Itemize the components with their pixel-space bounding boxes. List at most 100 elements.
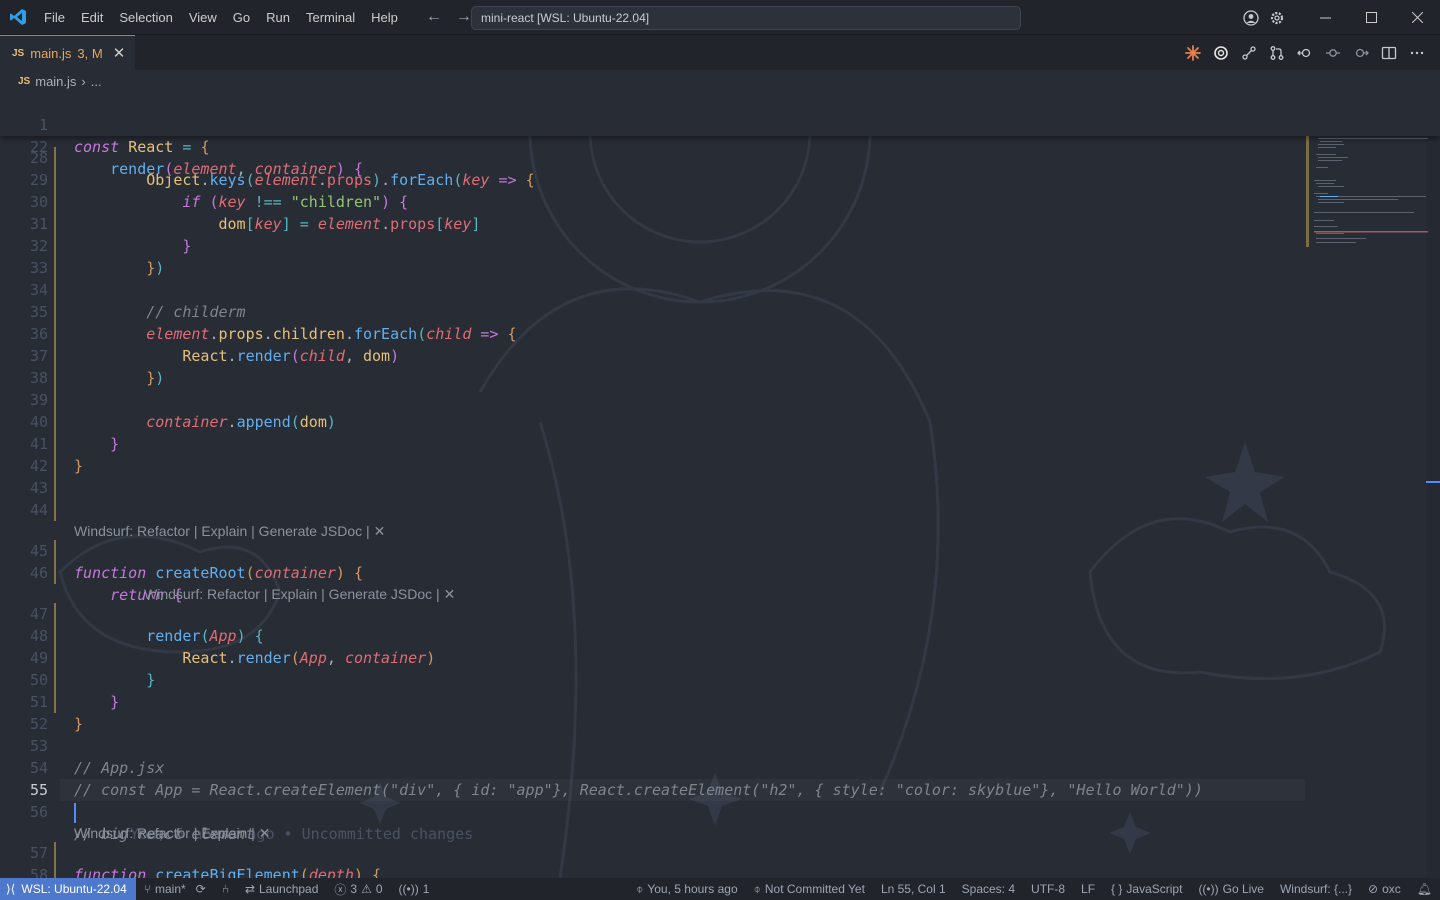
commit-indicator[interactable]: ⌽ Not Committed Yet: [746, 878, 873, 900]
menu-edit[interactable]: Edit: [73, 0, 111, 35]
minimize-icon[interactable]: [1302, 0, 1348, 35]
git-graph[interactable]: ⑃: [214, 878, 237, 900]
line-number: 57: [29, 844, 48, 862]
line-number: 48: [29, 627, 48, 645]
tab-label: main.js: [30, 45, 72, 61]
end-of-line[interactable]: LF: [1073, 878, 1103, 900]
line-number: 22: [29, 138, 48, 156]
breadcrumb: JS main.js › ...: [0, 70, 1440, 92]
close-window-icon[interactable]: [1394, 0, 1440, 35]
oxc-status[interactable]: ⊘ oxc: [1360, 878, 1409, 900]
problems-indicator[interactable]: ⓧ 3 ⚠ 0: [326, 878, 390, 900]
settings-gear-icon[interactable]: [1264, 0, 1290, 35]
maximize-icon[interactable]: [1348, 0, 1394, 35]
windsurf-status[interactable]: Windsurf: {...}: [1272, 878, 1360, 900]
line-number: 38: [29, 369, 48, 387]
bell-icon: 🔔︎: [1416, 882, 1432, 896]
line-number: 49: [29, 649, 48, 667]
line-number: 52: [29, 715, 48, 733]
encoding[interactable]: UTF-8: [1023, 878, 1073, 900]
menu-terminal[interactable]: Terminal: [298, 0, 363, 35]
code-line: const React = {: [74, 138, 210, 156]
forward-arrow-icon[interactable]: →: [456, 8, 472, 26]
line-number: 41: [29, 435, 48, 453]
line-number: 39: [29, 391, 48, 409]
git-commit-icon[interactable]: [1320, 35, 1346, 70]
windsurf-codelens[interactable]: Windsurf: Refactor | Explain | Generate …: [74, 521, 385, 541]
code-line: render(element, container) {: [110, 160, 363, 178]
codelens-close-icon[interactable]: ✕: [259, 825, 271, 841]
claude-spark-icon[interactable]: [1180, 35, 1206, 70]
error-icon: ⓧ: [334, 882, 347, 897]
language-label: JavaScript: [1126, 882, 1183, 896]
command-center-search[interactable]: mini-react [WSL: Ubuntu-22.04]: [471, 6, 1021, 30]
git-branch[interactable]: ⑂ main* ⟳: [136, 878, 214, 900]
javascript-file-icon: JS: [18, 75, 31, 87]
menu-selection[interactable]: Selection: [111, 0, 180, 35]
git-pull-request-icon[interactable]: [1264, 35, 1290, 70]
blame-label: You, 5 hours ago: [647, 882, 738, 896]
codelens-text[interactable]: Windsurf: Refactor | Explain | Generate …: [74, 523, 370, 539]
oxc-label: oxc: [1382, 882, 1401, 896]
launchpad-icon: ⇄: [244, 882, 255, 896]
code-editor[interactable]: 1 const React = { 22 render(element, con…: [0, 92, 1440, 878]
more-actions-icon[interactable]: [1404, 35, 1430, 70]
line-number: 58: [29, 866, 48, 878]
back-arrow-icon[interactable]: ←: [426, 8, 442, 26]
launchpad[interactable]: ⇄ Launchpad: [237, 878, 326, 900]
codelens-text[interactable]: Windsurf: Refactor | Explain | Generate …: [144, 586, 440, 602]
notifications[interactable]: 🔔︎: [1409, 878, 1440, 900]
menu-view[interactable]: View: [181, 0, 225, 35]
breadcrumb-separator: ›: [81, 73, 86, 89]
windsurf-codelens[interactable]: Windsurf: Refactor | Explain | ✕: [74, 823, 270, 843]
line-number: 45: [29, 542, 48, 560]
menu-run[interactable]: Run: [258, 0, 298, 35]
split-editor-icon[interactable]: [1376, 35, 1402, 70]
git-compare-icon[interactable]: [1236, 35, 1262, 70]
line-number: 47: [29, 605, 48, 623]
tab-main-js[interactable]: JS main.js 3, M ✕: [0, 35, 136, 70]
menu-file[interactable]: File: [36, 0, 73, 35]
language-mode[interactable]: { } JavaScript: [1103, 878, 1190, 900]
line-number: 50: [29, 671, 48, 689]
git-commit-icon: ⌽: [636, 881, 644, 896]
blame-indicator[interactable]: ⌽ You, 5 hours ago: [628, 878, 746, 900]
javascript-file-icon: JS: [12, 47, 25, 59]
close-tab-icon[interactable]: ✕: [113, 44, 126, 62]
line-number: 40: [29, 413, 48, 431]
timeline-back-icon[interactable]: [1292, 35, 1318, 70]
account-icon[interactable]: [1238, 0, 1264, 35]
warning-icon: ⚠: [361, 882, 372, 896]
git-graph-icon: ⑃: [221, 882, 229, 896]
tab-problem-badge: 3, M: [77, 45, 103, 61]
menu-go[interactable]: Go: [225, 0, 258, 35]
line-number: 42: [29, 457, 48, 475]
cursor-position[interactable]: Ln 55, Col 1: [873, 878, 954, 900]
menu-help[interactable]: Help: [363, 0, 406, 35]
vertical-scrollbar[interactable]: [1426, 92, 1440, 878]
go-live[interactable]: ((•)) Go Live: [1190, 878, 1272, 900]
indentation[interactable]: Spaces: 4: [954, 878, 1023, 900]
timeline-forward-icon[interactable]: [1348, 35, 1374, 70]
sync-icon[interactable]: ⟳: [196, 882, 206, 896]
braces-icon: { }: [1111, 882, 1123, 896]
line-number: 35: [29, 303, 48, 321]
line-number: 43: [29, 479, 48, 497]
status-bar: ⟩⟨ WSL: Ubuntu-22.04 ⑂ main* ⟳ ⑃ ⇄ Launc…: [0, 878, 1440, 900]
codelens-close-icon[interactable]: ✕: [444, 586, 456, 602]
warning-count: 0: [375, 882, 383, 896]
breadcrumb-symbol[interactable]: ...: [91, 74, 102, 89]
line-number: 31: [29, 215, 48, 233]
remote-icon: ⟩⟨: [6, 882, 16, 896]
tab-bar: JS main.js 3, M ✕: [0, 35, 1440, 70]
openai-icon[interactable]: [1208, 35, 1234, 70]
codelens-close-icon[interactable]: ✕: [374, 523, 386, 539]
codelens-text[interactable]: Windsurf: Refactor | Explain |: [74, 825, 255, 841]
windsurf-codelens[interactable]: Windsurf: Refactor | Explain | Generate …: [144, 584, 455, 604]
line-number: 32: [29, 237, 48, 255]
remote-indicator[interactable]: ⟩⟨ WSL: Ubuntu-22.04: [0, 878, 136, 900]
launchpad-label: Launchpad: [259, 882, 319, 896]
ports-indicator[interactable]: ((•)) 1: [391, 878, 438, 900]
breadcrumb-file[interactable]: main.js: [35, 74, 76, 89]
line-number: 33: [29, 259, 48, 277]
